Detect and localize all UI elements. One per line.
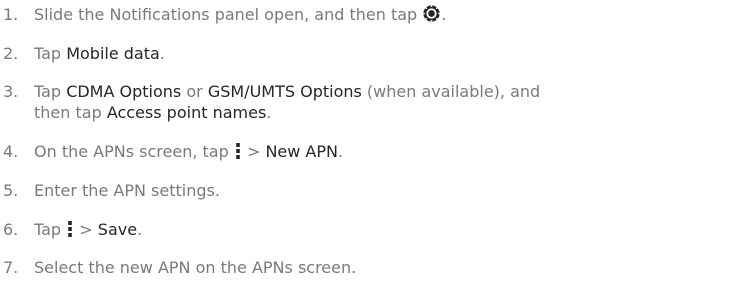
step-text-end: . [441, 5, 447, 24]
step-number: 1. [3, 5, 19, 24]
step-text-end: . [159, 44, 165, 63]
step-text: Tap [34, 44, 62, 63]
step-text: Enter the APN settings. [34, 181, 220, 200]
overflow-menu-icon [67, 220, 73, 243]
step-text: Slide the Notifications panel open, and … [34, 5, 418, 24]
save-term: Save [97, 220, 138, 239]
mobile-data-term: Mobile data [66, 44, 160, 63]
overflow-menu-icon [235, 142, 241, 165]
step-number: 7. [3, 258, 19, 277]
step-number: 6. [3, 220, 19, 239]
step-number: 4. [3, 142, 19, 161]
step-number: 5. [3, 181, 19, 200]
step-text: On the APNs screen, tap [34, 142, 229, 161]
step-text: Select the new APN on the APNs screen. [34, 258, 357, 277]
step-text-end: . [337, 142, 344, 161]
menu-separator: > [246, 142, 261, 161]
step-text: Tap [34, 82, 62, 101]
settings-gear-icon [422, 4, 441, 28]
step-text-end: . [266, 103, 272, 122]
cdma-options-term: CDMA Options [66, 82, 182, 101]
step-text-or: or [186, 82, 203, 101]
step-text-end: . [137, 220, 143, 239]
step-number: 3. [3, 82, 19, 101]
menu-separator: > [79, 220, 93, 239]
access-point-names-term: Access point names [106, 103, 267, 122]
step-text-line2: then tap [34, 103, 102, 122]
new-apn-term: New APN [265, 142, 338, 161]
step-text-continued: (when available), and [366, 82, 541, 101]
step-text: Tap [34, 220, 62, 239]
step-number: 2. [3, 44, 19, 63]
gsm-umts-options-term: GSM/UMTS Options [207, 82, 362, 101]
